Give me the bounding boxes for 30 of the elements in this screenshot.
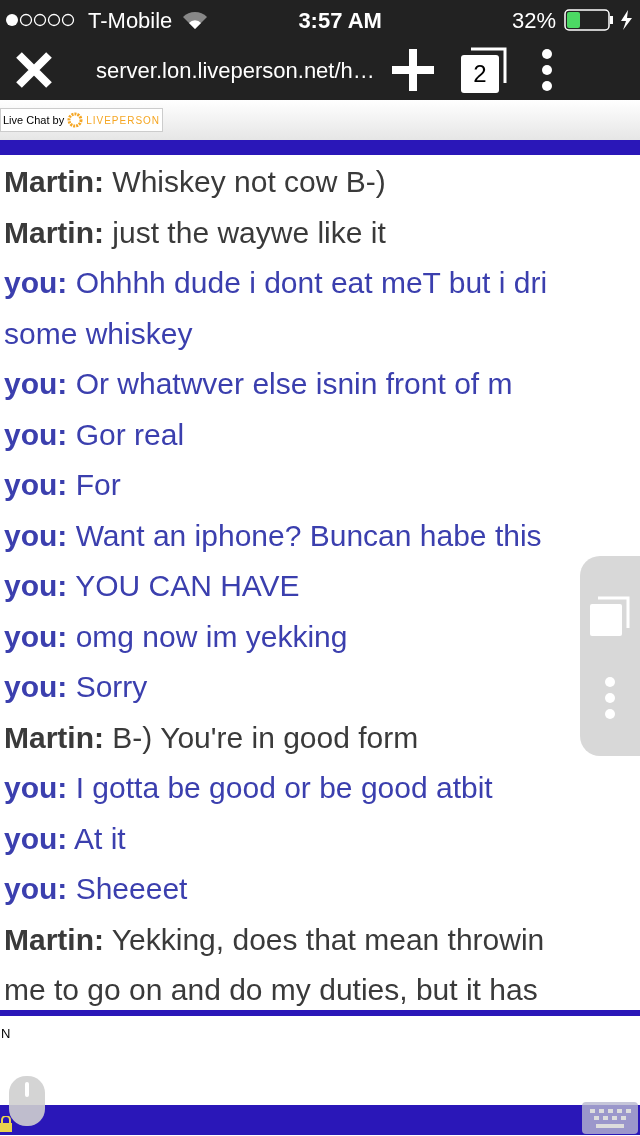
chat-message: Martin: Yekking, does that mean throwin me to go on and do my duties, but it has [4,921,545,1008]
badge-label: Live Chat by [3,112,65,128]
tab-count-button[interactable]: 2 [460,55,499,93]
carrier-name: T-Mobile [88,6,173,35]
liveperson-logo-text: LIVEPERSON [86,113,161,128]
chat-message: you: Sheeeet [4,871,188,907]
battery-percent: 32% [511,6,556,35]
close-icon [15,51,53,89]
plus-icon [391,49,434,91]
chat-message: you: Or whatwver else isnin front of m [4,366,513,402]
more-icon [540,48,553,92]
chat-message: Martin: just the waywe like it [4,214,386,251]
new-tab-button[interactable] [390,48,435,92]
url-field[interactable]: server.lon.liveperson.net/h… [96,53,375,87]
chat-message: you: YOU CAN HAVE [4,568,300,604]
chat-message: you: Gor real [4,416,185,453]
chat-message: you: For [4,467,121,503]
chat-message: you: I gotta be good or be good atbit [4,770,493,806]
chat-message: Martin: B-) You're in good form [4,719,419,756]
wifi-icon [182,11,209,29]
chat-message: you: At it [4,820,126,857]
clock-time: 3:57 AM [298,6,382,35]
chat-message: you: Sorry [4,669,148,705]
liveperson-badge[interactable]: Live Chat by LIVEPERSON [0,108,164,132]
sun-logo-icon [67,112,84,128]
chat-message: you: omg now im yekking [4,618,348,655]
message-input[interactable]: N [0,1016,640,1044]
lock-icon [0,1116,12,1132]
chat-message: you: Want an iphone? Buncan habe this [4,517,542,554]
chat-message: Martin: Whiskey not cow B-) [4,164,386,200]
